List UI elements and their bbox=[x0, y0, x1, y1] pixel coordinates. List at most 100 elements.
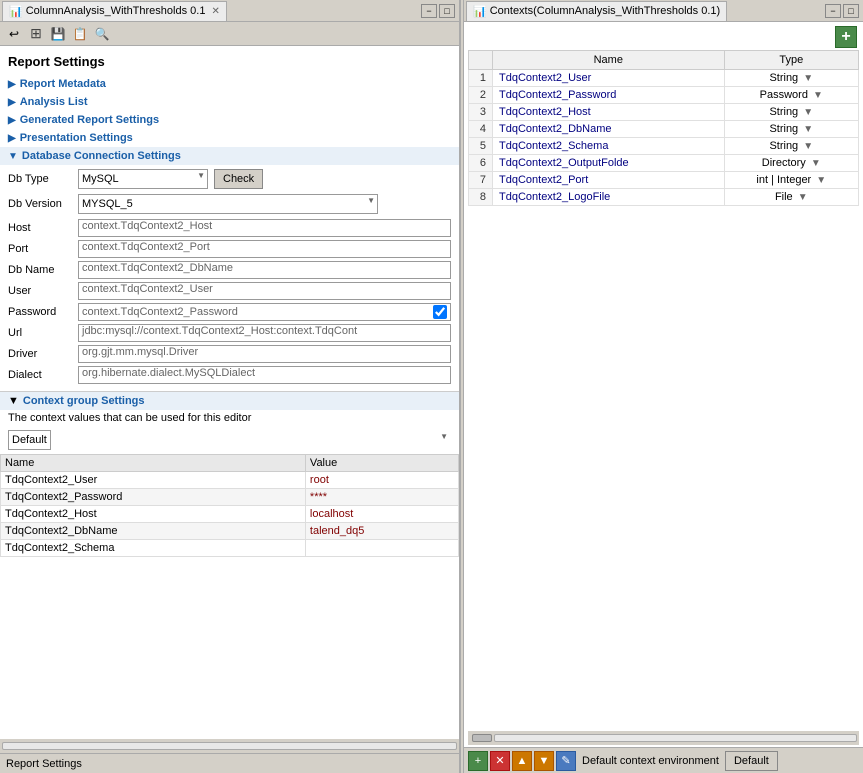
context-group-arrow: ▼ bbox=[8, 395, 19, 407]
analysis-list-arrow: ▶ bbox=[8, 97, 16, 108]
field-port-input[interactable]: context.TdqContext2_Port bbox=[78, 240, 451, 258]
context-col-name: Name bbox=[1, 455, 306, 472]
report-metadata-header[interactable]: ▶ Report Metadata bbox=[0, 75, 459, 93]
contexts-table-row[interactable]: 5 TdqContext2_Schema String ▼ bbox=[469, 138, 859, 155]
right-minimize-btn[interactable]: − bbox=[825, 4, 841, 18]
right-tab-icon: 📊 bbox=[473, 5, 487, 18]
contexts-table-row[interactable]: 3 TdqContext2_Host String ▼ bbox=[469, 104, 859, 121]
type-dropdown-icon[interactable]: ▼ bbox=[803, 124, 813, 135]
context-table: Name Value TdqContext2_User root TdqCont… bbox=[0, 454, 459, 557]
left-tab-label: ColumnAnalysis_WithThresholds 0.1 bbox=[26, 5, 206, 17]
left-horizontal-scrollbar[interactable] bbox=[0, 739, 459, 753]
left-tab-close[interactable]: ✕ bbox=[211, 6, 219, 17]
right-tab[interactable]: 📊 Contexts(ColumnAnalysis_WithThresholds… bbox=[466, 1, 727, 21]
row-num: 1 bbox=[469, 70, 493, 87]
field-dialect-input[interactable]: org.hibernate.dialect.MySQLDialect bbox=[78, 366, 451, 384]
rb-delete-btn[interactable]: ✕ bbox=[490, 751, 510, 771]
contexts-table-row[interactable]: 8 TdqContext2_LogoFile File ▼ bbox=[469, 189, 859, 206]
row-name: TdqContext2_Host bbox=[493, 104, 725, 121]
db-connection-label: Database Connection Settings bbox=[22, 150, 181, 162]
report-metadata-section: ▶ Report Metadata bbox=[0, 75, 459, 93]
check-button[interactable]: Check bbox=[214, 169, 263, 189]
db-version-select[interactable]: MYSQL_5 bbox=[78, 194, 378, 214]
toolbar-copy-btn[interactable]: 📋 bbox=[70, 24, 90, 44]
type-dropdown-icon[interactable]: ▼ bbox=[798, 192, 808, 203]
context-table-container: Name Value TdqContext2_User root TdqCont… bbox=[0, 454, 459, 557]
field-dbname-label: Db Name bbox=[8, 264, 78, 276]
password-checkbox[interactable] bbox=[433, 305, 447, 319]
db-type-select-wrapper: MySQL bbox=[78, 169, 208, 189]
contexts-table-row[interactable]: 4 TdqContext2_DbName String ▼ bbox=[469, 121, 859, 138]
contexts-table-row[interactable]: 2 TdqContext2_Password Password ▼ bbox=[469, 87, 859, 104]
right-horizontal-scrollbar[interactable] bbox=[468, 731, 859, 745]
row-name: TdqContext2_Schema bbox=[493, 138, 725, 155]
field-driver-input[interactable]: org.gjt.mm.mysql.Driver bbox=[78, 345, 451, 363]
toolbar-back-btn[interactable]: ↩ bbox=[4, 24, 24, 44]
context-table-row[interactable]: TdqContext2_Host localhost bbox=[1, 506, 459, 523]
row-type: String ▼ bbox=[724, 121, 858, 138]
toolbar-save-btn[interactable]: 💾 bbox=[48, 24, 68, 44]
context-row-value bbox=[305, 540, 458, 557]
default-btn[interactable]: Default bbox=[725, 751, 778, 771]
field-driver-label: Driver bbox=[8, 348, 78, 360]
right-scroll-track[interactable] bbox=[494, 734, 857, 742]
contexts-table-row[interactable]: 7 TdqContext2_Port int | Integer ▼ bbox=[469, 172, 859, 189]
left-bottom-tab-label: Report Settings bbox=[6, 758, 82, 770]
rb-add-btn[interactable]: + bbox=[468, 751, 488, 771]
right-scroll-handle[interactable] bbox=[472, 734, 492, 742]
contexts-table-row[interactable]: 6 TdqContext2_OutputFolde Directory ▼ bbox=[469, 155, 859, 172]
left-minimize-btn[interactable]: − bbox=[421, 4, 437, 18]
rb-down-btn[interactable]: ▼ bbox=[534, 751, 554, 771]
field-password: Password context.TdqContext2_Password bbox=[8, 303, 451, 321]
row-num: 2 bbox=[469, 87, 493, 104]
context-table-row[interactable]: TdqContext2_Schema bbox=[1, 540, 459, 557]
row-num: 7 bbox=[469, 172, 493, 189]
toolbar-add-btn[interactable]: ⊞ bbox=[26, 24, 46, 44]
type-dropdown-icon[interactable]: ▼ bbox=[803, 141, 813, 152]
rb-up-btn[interactable]: ▲ bbox=[512, 751, 532, 771]
db-type-label: Db Type bbox=[8, 173, 78, 185]
left-bottom-tab[interactable]: Report Settings bbox=[0, 753, 459, 773]
type-dropdown-icon[interactable]: ▼ bbox=[803, 73, 813, 84]
type-dropdown-icon[interactable]: ▼ bbox=[816, 175, 826, 186]
context-row-name: TdqContext2_Schema bbox=[1, 540, 306, 557]
row-num: 4 bbox=[469, 121, 493, 138]
row-num: 8 bbox=[469, 189, 493, 206]
db-type-select[interactable]: MySQL bbox=[78, 169, 208, 189]
left-tab[interactable]: 📊 ColumnAnalysis_WithThresholds 0.1 ✕ bbox=[2, 1, 227, 21]
left-scroll-track[interactable] bbox=[2, 742, 457, 750]
context-table-row[interactable]: TdqContext2_DbName talend_dq5 bbox=[1, 523, 459, 540]
left-maximize-btn[interactable]: □ bbox=[439, 4, 455, 18]
field-host-input[interactable]: context.TdqContext2_Host bbox=[78, 219, 451, 237]
db-connection-arrow: ▼ bbox=[8, 151, 18, 162]
generated-report-header[interactable]: ▶ Generated Report Settings bbox=[0, 111, 459, 129]
row-type: String ▼ bbox=[724, 138, 858, 155]
analysis-list-header[interactable]: ▶ Analysis List bbox=[0, 93, 459, 111]
report-metadata-arrow: ▶ bbox=[8, 79, 16, 90]
context-dropdown[interactable]: Default bbox=[8, 430, 51, 450]
contexts-table-row[interactable]: 1 TdqContext2_User String ▼ bbox=[469, 70, 859, 87]
db-version-row: Db Version MYSQL_5 bbox=[8, 194, 451, 214]
db-connection-header[interactable]: ▼ Database Connection Settings bbox=[0, 147, 459, 165]
analysis-list-label: Analysis List bbox=[20, 96, 88, 108]
type-dropdown-icon[interactable]: ▼ bbox=[813, 90, 823, 101]
contexts-table-wrapper[interactable]: Name Type 1 TdqContext2_User String ▼ 2 … bbox=[464, 50, 863, 729]
type-dropdown-icon[interactable]: ▼ bbox=[811, 158, 821, 169]
field-dbname-input[interactable]: context.TdqContext2_DbName bbox=[78, 261, 451, 279]
row-num: 5 bbox=[469, 138, 493, 155]
col-name-header: Name bbox=[493, 51, 725, 70]
type-dropdown-icon[interactable]: ▼ bbox=[803, 107, 813, 118]
rb-edit-btn[interactable]: ✎ bbox=[556, 751, 576, 771]
field-user-input[interactable]: context.TdqContext2_User bbox=[78, 282, 451, 300]
field-url-input[interactable]: jdbc:mysql://context.TdqContext2_Host:co… bbox=[78, 324, 451, 342]
context-group-header[interactable]: ▼ Context group Settings bbox=[0, 391, 459, 410]
presentation-settings-header[interactable]: ▶ Presentation Settings bbox=[0, 129, 459, 147]
context-group-label: Context group Settings bbox=[23, 395, 145, 407]
toolbar-search-btn[interactable]: 🔍 bbox=[92, 24, 112, 44]
add-context-btn[interactable]: + bbox=[835, 26, 857, 48]
db-connection-content: Db Type MySQL Check Db Version bbox=[0, 165, 459, 391]
right-maximize-btn[interactable]: □ bbox=[843, 4, 859, 18]
context-table-row[interactable]: TdqContext2_Password **** bbox=[1, 489, 459, 506]
field-password-input[interactable]: context.TdqContext2_Password bbox=[78, 303, 451, 321]
context-table-row[interactable]: TdqContext2_User root bbox=[1, 472, 459, 489]
